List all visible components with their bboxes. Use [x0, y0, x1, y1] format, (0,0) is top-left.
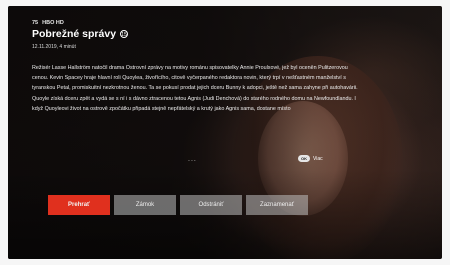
age-rating-icon: 15	[120, 30, 129, 38]
title-row: Pobrežné správy 15	[32, 28, 412, 40]
record-button[interactable]: Zaznamenať	[246, 195, 308, 215]
program-description: Režisér Lasse Hallström natočil drama Os…	[32, 65, 358, 112]
tv-screen: 75 HBO HD Pobrežné správy 15 12.11.2019,…	[8, 6, 442, 259]
program-detail-panel: 75 HBO HD Pobrežné správy 15 12.11.2019,…	[32, 20, 412, 114]
lock-button[interactable]: Zámok	[114, 195, 176, 215]
ok-key-icon: OK	[298, 155, 310, 162]
description-ellipsis: ...	[188, 156, 197, 163]
channel-number: 75	[32, 20, 39, 26]
program-date-duration: 12.11.2019, 4 minút	[32, 44, 76, 50]
play-button[interactable]: Prehrať	[48, 195, 110, 215]
more-label: Viac	[313, 155, 323, 162]
action-buttons: Prehrať Zámok Odstrániť Zaznamenať	[48, 195, 308, 215]
channel-info: 75 HBO HD	[32, 20, 412, 26]
remove-button[interactable]: Odstrániť	[180, 195, 242, 215]
more-info-button[interactable]: OK Viac	[298, 155, 323, 162]
channel-name: HBO HD	[42, 20, 64, 26]
program-title: Pobrežné správy	[32, 28, 117, 40]
